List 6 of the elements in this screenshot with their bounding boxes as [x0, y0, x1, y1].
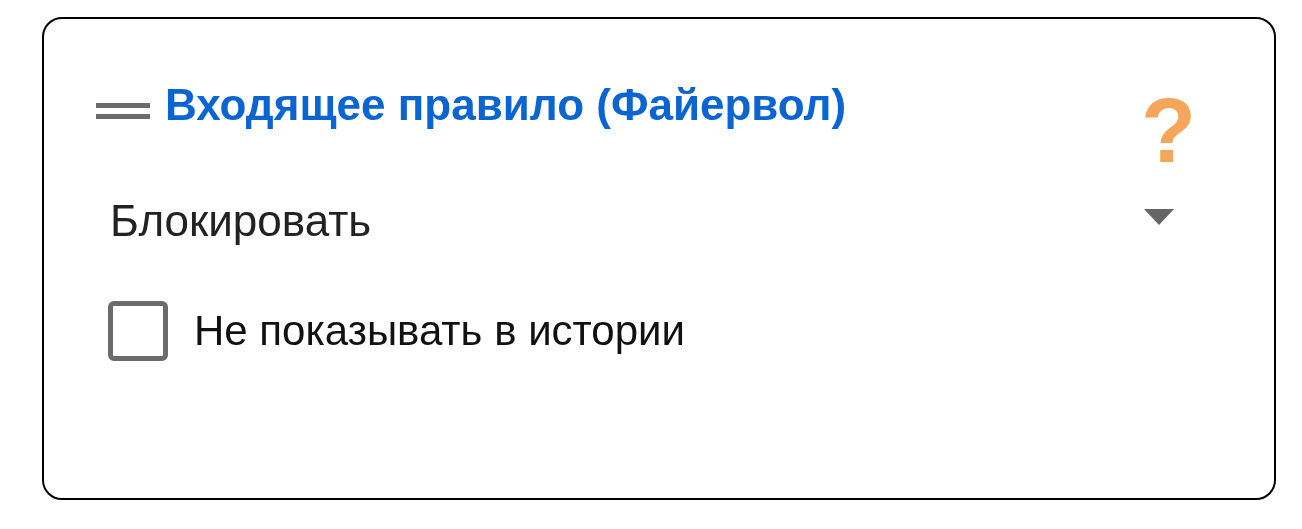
- card-title: Входящее правило (Файервол): [165, 79, 847, 131]
- drag-handle-icon[interactable]: [96, 103, 150, 119]
- caret-icon: [1144, 209, 1174, 225]
- checkbox[interactable]: [108, 301, 168, 361]
- action-dropdown[interactable]: Блокировать: [110, 191, 1174, 251]
- checkbox-label[interactable]: Не показывать в истории: [194, 307, 685, 355]
